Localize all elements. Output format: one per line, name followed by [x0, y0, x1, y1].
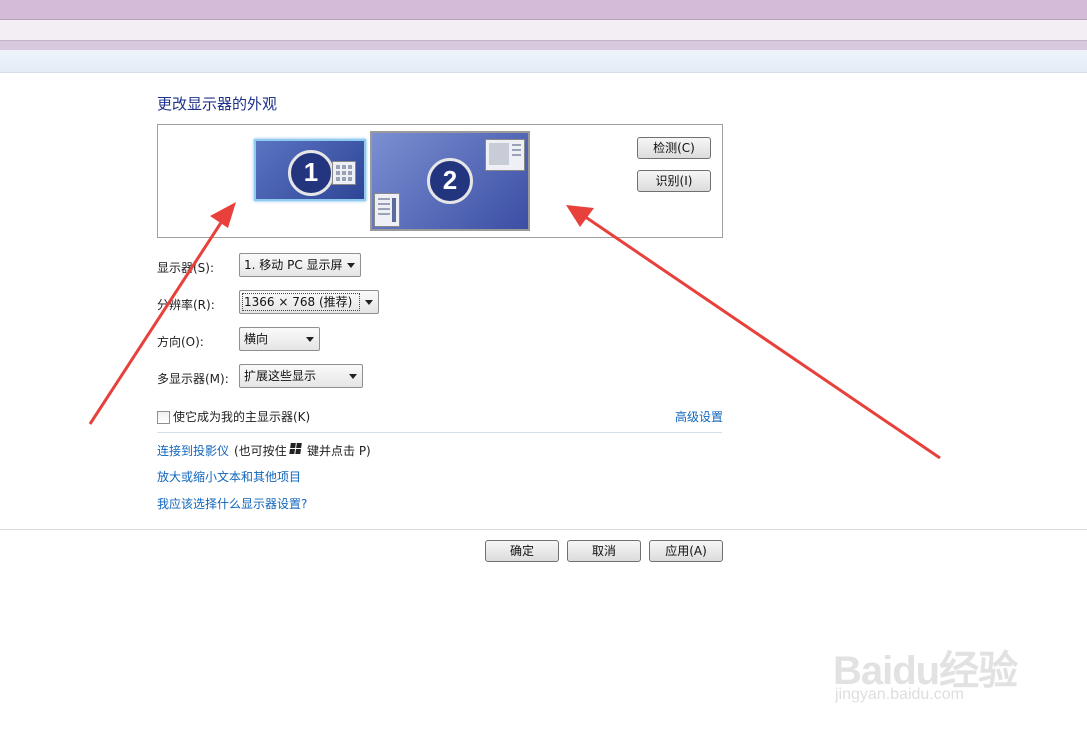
baidu-watermark: Baidu经验 jingyan.baidu.com — [833, 618, 1033, 718]
red-arrow-2 — [566, 205, 941, 460]
red-arrow-1 — [88, 202, 236, 425]
watermark-url: jingyan.baidu.com — [835, 686, 964, 703]
